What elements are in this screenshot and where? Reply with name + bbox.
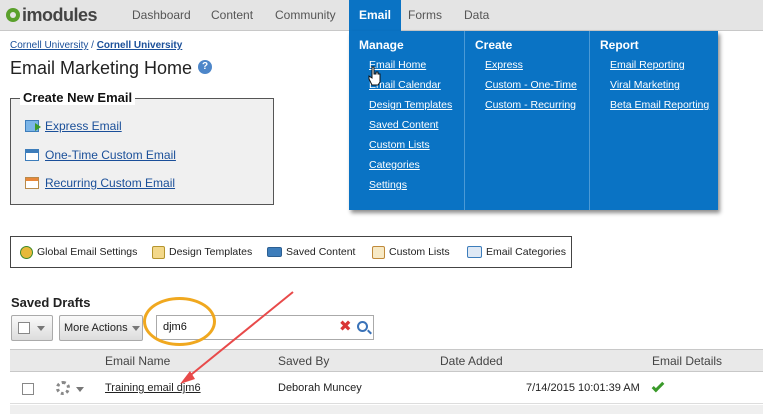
imodules-logo[interactable]: imodules (6, 4, 98, 25)
email-dropdown-menu: Manage Email Home Email Calendar Design … (349, 31, 718, 210)
column-date-added[interactable]: Date Added (440, 354, 503, 368)
menu-item-express[interactable]: Express (485, 59, 523, 71)
draft-saved-by: Deborah Muncey (278, 382, 362, 394)
saved-drafts-title: Saved Drafts (11, 295, 91, 310)
logo-mark-icon (6, 8, 20, 22)
saved-content-icon (267, 247, 282, 257)
page-title: Email Marketing Home (10, 58, 193, 78)
express-email-icon (25, 120, 41, 132)
menu-heading-create: Create (475, 38, 513, 52)
menu-item-design-templates[interactable]: Design Templates (369, 99, 452, 111)
column-saved-by[interactable]: Saved By (278, 354, 329, 368)
column-email-name[interactable]: Email Name (105, 354, 170, 368)
top-nav: imodules Dashboard Content Community Ema… (0, 0, 763, 31)
nav-community[interactable]: Community (275, 0, 336, 31)
email-categories-button[interactable]: Email Categories (467, 237, 566, 267)
recurring-email-icon (25, 177, 39, 189)
one-time-email-icon (25, 149, 39, 161)
checkmark-icon (651, 379, 665, 393)
table-row: Training email djm6 Deborah Muncey 7/14/… (10, 373, 763, 404)
draft-date-added: 7/14/2015 10:01:39 AM (526, 382, 640, 394)
search-icon[interactable] (357, 321, 368, 332)
one-time-custom-email-link[interactable]: One-Time Custom Email (25, 148, 176, 162)
row-checkbox[interactable] (22, 383, 34, 395)
menu-heading-manage: Manage (359, 38, 404, 52)
express-email-label: Express Email (45, 119, 122, 133)
custom-lists-button[interactable]: Custom Lists (372, 237, 450, 267)
email-categories-icon (467, 246, 482, 258)
menu-item-settings[interactable]: Settings (369, 179, 407, 191)
nav-data[interactable]: Data (464, 0, 489, 31)
help-icon[interactable]: ? (198, 60, 212, 74)
menu-item-viral-marketing[interactable]: Viral Marketing (610, 79, 680, 91)
recurring-custom-email-link[interactable]: Recurring Custom Email (25, 176, 175, 190)
toolbar-label: Email Categories (486, 246, 566, 258)
nav-email[interactable]: Email (349, 0, 402, 31)
menu-divider (589, 31, 590, 210)
logo-text: imodules (22, 4, 98, 25)
breadcrumb-item[interactable]: Cornell University (10, 40, 88, 51)
chevron-down-icon (37, 325, 45, 331)
menu-item-custom-lists[interactable]: Custom Lists (369, 139, 430, 151)
menu-item-saved-content[interactable]: Saved Content (369, 119, 438, 131)
toolbar-label: Saved Content (286, 246, 356, 258)
toolbar-label: Design Templates (169, 246, 253, 258)
chevron-down-icon[interactable] (76, 387, 84, 392)
menu-heading-report: Report (600, 38, 639, 52)
menu-divider (464, 31, 465, 210)
menu-item-custom-one-time[interactable]: Custom - One-Time (485, 79, 577, 91)
breadcrumb: Cornell University / Cornell University (10, 40, 182, 51)
pointer-cursor-icon (368, 66, 381, 86)
drafts-table-header: Email Name Saved By Date Added Email Det… (10, 349, 763, 372)
gear-icon[interactable] (56, 381, 70, 395)
more-actions-button[interactable]: More Actions (59, 315, 143, 341)
draft-name-link[interactable]: Training email djm6 (105, 382, 201, 394)
create-new-email-title: Create New Email (20, 90, 136, 105)
express-email-link[interactable]: Express Email (25, 119, 122, 133)
saved-content-button[interactable]: Saved Content (267, 237, 355, 267)
custom-lists-icon (372, 245, 385, 259)
recurring-email-label: Recurring Custom Email (45, 176, 176, 190)
menu-item-custom-recurring[interactable]: Custom - Recurring (485, 99, 576, 111)
menu-item-email-reporting[interactable]: Email Reporting (610, 59, 685, 71)
breadcrumb-separator: / (88, 40, 97, 51)
global-email-settings-button[interactable]: Global Email Settings (20, 237, 137, 267)
breadcrumb-item[interactable]: Cornell University (97, 40, 183, 51)
clear-icon[interactable]: ✖ (339, 319, 352, 335)
toolbar-label: Custom Lists (389, 246, 450, 258)
table-footer (10, 405, 763, 414)
design-templates-icon (152, 245, 165, 259)
design-templates-button[interactable]: Design Templates (152, 237, 252, 267)
chevron-down-icon (131, 325, 140, 331)
globe-settings-icon (20, 245, 33, 259)
email-toolbar: Global Email Settings Design Templates S… (10, 236, 572, 268)
nav-content[interactable]: Content (211, 0, 253, 31)
menu-item-beta-email-reporting[interactable]: Beta Email Reporting (610, 99, 709, 111)
nav-dashboard[interactable]: Dashboard (132, 0, 191, 31)
nav-forms[interactable]: Forms (408, 0, 442, 31)
toolbar-label: Global Email Settings (37, 246, 138, 258)
more-actions-label: More Actions (64, 322, 128, 334)
select-all-dropdown[interactable] (11, 315, 53, 341)
select-all-checkbox[interactable] (18, 322, 30, 334)
column-email-details[interactable]: Email Details (652, 354, 722, 368)
highlight-annotation (143, 297, 216, 346)
menu-item-categories[interactable]: Categories (369, 159, 420, 171)
one-time-email-label: One-Time Custom Email (45, 148, 176, 162)
create-new-email-panel: Express Email One-Time Custom Email Recu… (10, 98, 274, 205)
